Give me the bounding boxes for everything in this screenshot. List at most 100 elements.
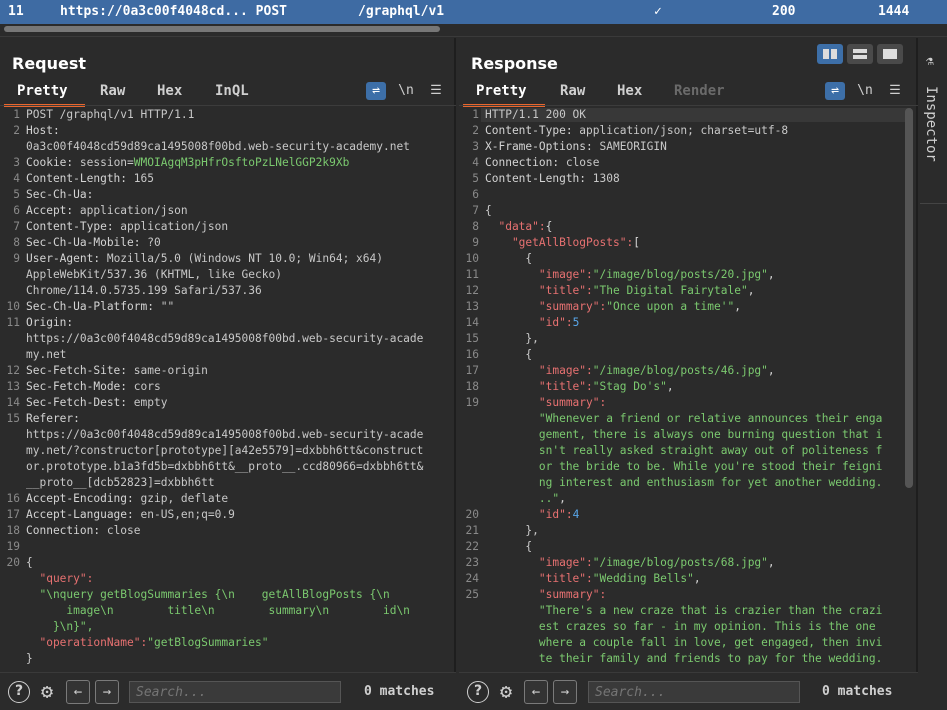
code-line: "operationName":"getBlogSummaries" xyxy=(26,636,269,649)
code-line: Sec-Fetch-Dest: empty xyxy=(26,396,167,409)
line-number: 8 xyxy=(13,236,20,249)
code-token: same-origin xyxy=(133,364,208,377)
line-number: 13 xyxy=(465,300,479,313)
request-title: Request xyxy=(12,54,87,73)
code-token: Sec-Ch-Ua-Mobile: xyxy=(26,236,148,249)
code-line: { xyxy=(485,252,532,265)
tab-raw[interactable]: Raw xyxy=(100,83,125,99)
code-line: "\nquery getBlogSummaries {\n getAllBlog… xyxy=(26,588,389,601)
response-editor[interactable]: 1 HTTP/1.1 200 OK 2 Content-Type: applicati… xyxy=(459,106,918,674)
word-wrap-icon[interactable]: ⇌ xyxy=(825,82,845,100)
arrow-right-icon[interactable]: → xyxy=(95,680,119,704)
line-number: 5 xyxy=(472,172,479,185)
code-token: "getAllBlogPosts": xyxy=(485,236,634,249)
code-token: 0a3c00f4048cd59d89ca1495008f00bd.web-sec… xyxy=(26,140,410,153)
arrow-right-icon[interactable]: → xyxy=(553,680,577,704)
code-token: Origin: xyxy=(26,316,74,329)
code-line: https://0a3c00f4048cd59d89ca1495008f00bd… xyxy=(26,428,423,441)
code-token: User-Agent: xyxy=(26,252,107,265)
divider xyxy=(920,203,947,204)
code-token: "getBlogSummaries" xyxy=(147,636,269,649)
tab-hex[interactable]: Hex xyxy=(617,83,642,99)
line-number: 6 xyxy=(13,204,20,217)
line-number: 15 xyxy=(6,412,20,425)
hamburger-menu-icon[interactable]: ☰ xyxy=(885,82,905,100)
code-token: Content-Type: xyxy=(26,220,121,233)
code-token: , xyxy=(559,492,566,505)
code-token: "query": xyxy=(26,572,94,585)
side-by-side-layout-icon[interactable] xyxy=(817,44,843,64)
line-number: 4 xyxy=(13,172,20,185)
single-layout-icon[interactable] xyxy=(877,44,903,64)
tab-raw[interactable]: Raw xyxy=(560,83,585,99)
code-token: "title": xyxy=(485,572,593,585)
burp-repeater-window: 11 https://0a3c00f4048cd... POST /graphq… xyxy=(0,0,947,710)
newline-toggle-icon[interactable]: \n xyxy=(855,82,875,100)
hamburger-menu-icon[interactable]: ☰ xyxy=(426,82,446,100)
code-line: }, xyxy=(485,332,538,345)
code-token: "/image/blog/posts/46.jpg" xyxy=(592,364,768,377)
code-token: application/json xyxy=(79,204,188,217)
help-icon[interactable]: ? xyxy=(467,681,489,703)
code-line: my.net/?constructor[prototype][a42e5579]… xyxy=(26,444,423,457)
code-token: sn't really asked straight away out of p… xyxy=(485,444,883,457)
code-token: "There's a new craze that is crazier tha… xyxy=(485,604,883,617)
code-token: __proto__[dcb52823]=dxbbh6tt xyxy=(26,476,215,489)
code-token: https://0a3c00f4048cd59d89ca1495008f00bd… xyxy=(26,428,424,441)
gear-icon[interactable]: ⚙ xyxy=(494,679,518,703)
search-input[interactable] xyxy=(129,681,341,703)
code-line: "query": xyxy=(26,572,93,585)
history-id: 11 xyxy=(8,4,24,19)
code-line: "image":"/image/blog/posts/20.jpg", xyxy=(485,268,775,281)
code-line: Accept: application/json xyxy=(26,204,188,217)
tab-hex[interactable]: Hex xyxy=(157,83,182,99)
code-token: Connection: xyxy=(26,524,107,537)
code-token: ng interest and enthusiasm for yet anoth… xyxy=(485,476,883,489)
code-line: Origin: xyxy=(26,316,73,329)
line-number: 12 xyxy=(6,364,20,377)
code-line: Chrome/114.0.5735.199 Safari/537.36 xyxy=(26,284,262,297)
code-line: Content-Type: application/json xyxy=(26,220,228,233)
code-token: .." xyxy=(485,492,560,505)
code-token: "Once upon a time'" xyxy=(606,300,735,313)
code-line: "title":"Stag Do's", xyxy=(485,380,674,393)
newline-toggle-icon[interactable]: \n xyxy=(396,82,416,100)
code-token: POST /graphql/v1 HTTP/1.1 xyxy=(26,108,195,121)
gear-icon[interactable]: ⚙ xyxy=(35,679,59,703)
code-token: Referer: xyxy=(26,412,80,425)
tab-render[interactable]: Render xyxy=(674,83,725,99)
vertical-scrollbar[interactable] xyxy=(905,108,913,488)
code-token: "id": xyxy=(485,508,573,521)
code-token: Sec-Fetch-Mode: xyxy=(26,380,134,393)
code-line: "image":"/image/blog/posts/46.jpg", xyxy=(485,364,775,377)
scrollbar-thumb[interactable] xyxy=(4,26,440,32)
arrow-left-icon[interactable]: ← xyxy=(524,680,548,704)
line-number: 4 xyxy=(472,156,479,169)
code-token: te their family and friends to pay for t… xyxy=(485,652,883,665)
code-token: "The Digital Fairytale" xyxy=(592,284,748,297)
horizontal-scrollbar[interactable] xyxy=(0,24,947,35)
stacked-layout-icon[interactable] xyxy=(847,44,873,64)
code-line: ng interest and enthusiasm for yet anoth… xyxy=(485,476,883,489)
search-input[interactable] xyxy=(588,681,800,703)
inspector-icon[interactable]: ⚗ xyxy=(926,54,934,69)
line-number: 14 xyxy=(6,396,20,409)
inspector-label[interactable]: Inspector xyxy=(923,86,939,162)
tab-inql[interactable]: InQL xyxy=(215,83,249,99)
code-token: "Whenever a friend or relative announces… xyxy=(485,412,883,425)
help-icon[interactable]: ? xyxy=(8,681,30,703)
line-number: 1 xyxy=(472,108,479,121)
line-number: 5 xyxy=(13,188,20,201)
code-line: Connection: close xyxy=(26,524,141,537)
history-row-selected[interactable]: 11 https://0a3c00f4048cd... POST /graphq… xyxy=(0,0,947,24)
tab-pretty[interactable]: Pretty xyxy=(476,83,527,99)
request-editor[interactable]: 1 POST /graphql/v1 HTTP/1.1 2 Host: 0a3c00f4… xyxy=(0,106,456,674)
code-token: } xyxy=(26,652,33,665)
inspector-sidebar[interactable]: ⚗ Inspector xyxy=(920,38,947,710)
code-line: { xyxy=(485,348,532,361)
word-wrap-icon[interactable]: ⇌ xyxy=(366,82,386,100)
code-token: Content-Length: xyxy=(485,172,593,185)
arrow-left-icon[interactable]: ← xyxy=(66,680,90,704)
code-token: AppleWebKit/537.36 (KHTML, like Gecko) xyxy=(26,268,282,281)
tab-pretty[interactable]: Pretty xyxy=(17,83,68,99)
